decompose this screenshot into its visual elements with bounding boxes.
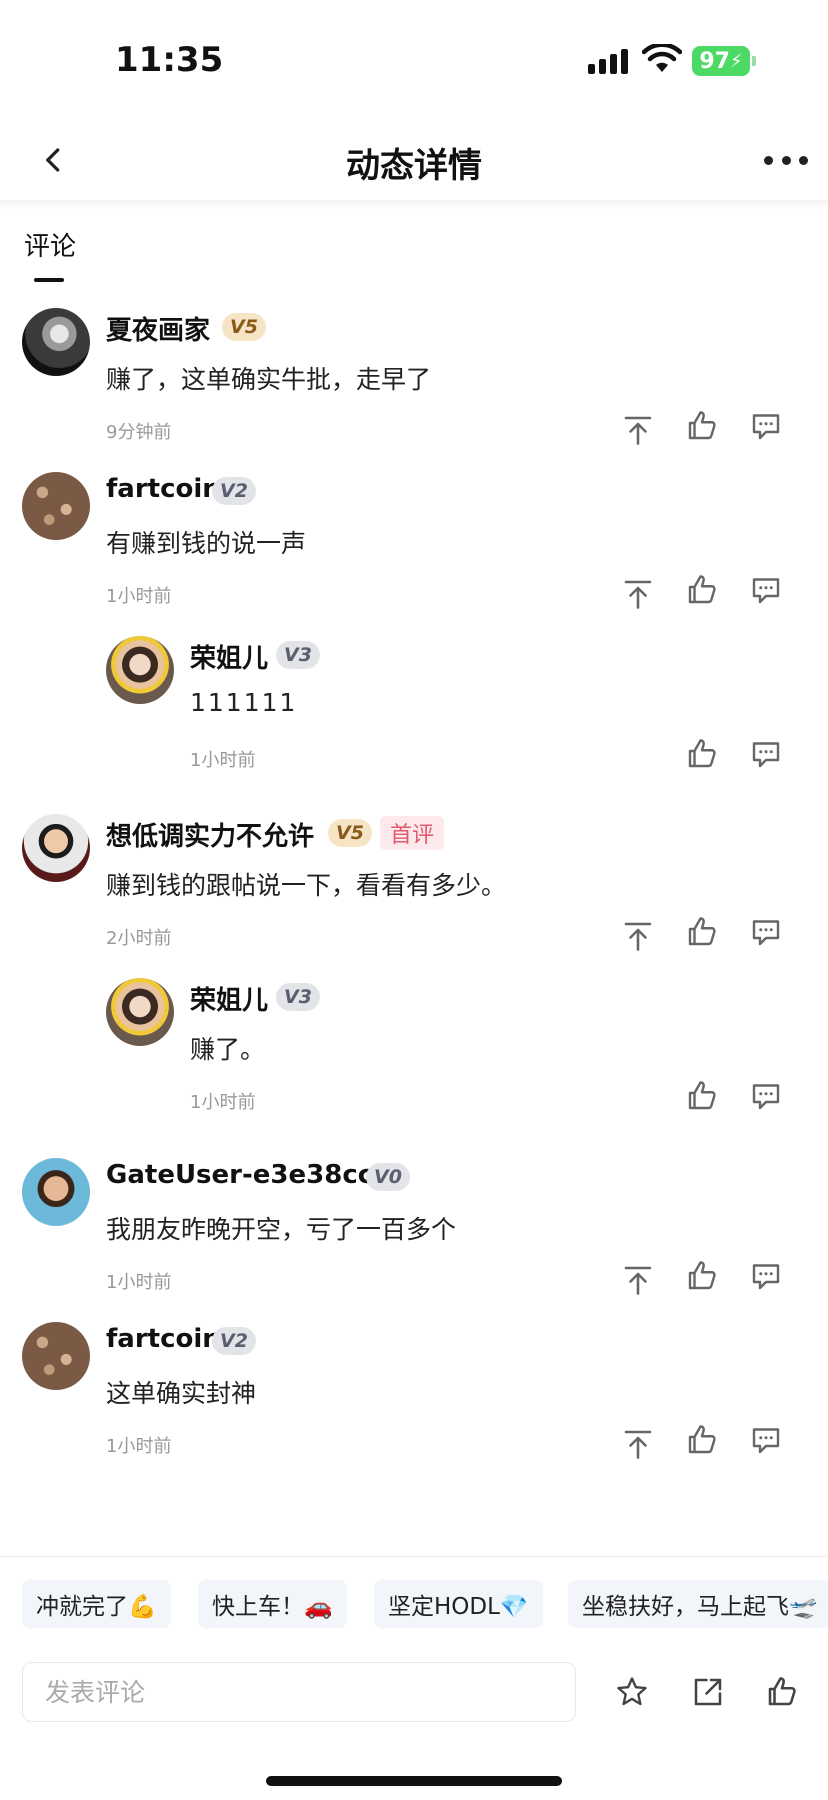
reply-comment-icon[interactable] (746, 912, 786, 952)
pin-to-top-icon[interactable] (618, 1260, 658, 1300)
nav-bar: 动态详情 (0, 120, 828, 204)
comment-username[interactable]: fartcoin (106, 474, 221, 504)
more-options-icon[interactable] (764, 142, 808, 178)
quick-reply-divider (0, 1556, 828, 1557)
like-thumb-icon[interactable] (682, 912, 722, 952)
avatar[interactable] (22, 1322, 90, 1390)
avatar[interactable] (106, 978, 174, 1046)
reply-text: 赚了。 (190, 1035, 266, 1064)
avatar[interactable] (22, 472, 90, 540)
level-badge: V0 (366, 1163, 410, 1191)
level-badge: V2 (212, 1327, 256, 1355)
reply-comment-icon[interactable] (746, 406, 786, 446)
comment-time: 1小时前 (106, 1272, 172, 1293)
avatar[interactable] (22, 1158, 90, 1226)
comment-text: 赚到钱的跟帖说一下，看看有多少。 (106, 871, 507, 900)
status-bar: 11:35 97 ⚡ (0, 0, 828, 120)
page-title: 动态详情 (346, 146, 482, 186)
comment-time: 9分钟前 (106, 422, 172, 443)
comment-text: 这单确实封神 (106, 1379, 257, 1408)
comment-text: 我朋友昨晚开空，亏了一百多个 (106, 1215, 457, 1244)
avatar[interactable] (22, 308, 90, 376)
reply-comment-icon[interactable] (746, 1076, 786, 1116)
level-badge: V3 (276, 983, 320, 1011)
share-icon[interactable] (688, 1672, 728, 1712)
comment-username[interactable]: GateUser-e3e38cc6 (106, 1160, 391, 1190)
avatar[interactable] (22, 814, 90, 882)
level-badge: V5 (328, 819, 372, 847)
reply-comment-icon[interactable] (746, 1420, 786, 1460)
pin-to-top-icon[interactable] (618, 916, 658, 956)
like-thumb-icon[interactable] (762, 1672, 802, 1712)
comment-username[interactable]: 夏夜画家 (106, 310, 210, 347)
like-thumb-icon[interactable] (682, 734, 722, 774)
pin-to-top-icon[interactable] (618, 410, 658, 450)
wifi-icon (641, 42, 683, 76)
home-indicator (266, 1776, 562, 1786)
reply-comment-icon[interactable] (746, 570, 786, 610)
comment-text: 赚了，这单确实牛批，走早了 (106, 365, 432, 394)
reply-time: 1小时前 (190, 1092, 256, 1113)
reply-time: 1小时前 (190, 750, 256, 771)
comment-text: 有赚到钱的说一声 (106, 529, 307, 558)
favorite-star-icon[interactable] (612, 1672, 652, 1712)
quick-reply-chip[interactable]: 坐稳扶好，马上起飞🛫 (568, 1580, 828, 1628)
battery-level: 97 (699, 48, 730, 74)
pin-to-top-icon[interactable] (618, 1424, 658, 1464)
comment-username[interactable]: 想低调实力不允许 (106, 816, 314, 853)
reply-username[interactable]: 荣姐儿 (190, 980, 268, 1017)
tab-comments[interactable]: 评论 (24, 226, 76, 263)
like-thumb-icon[interactable] (682, 1256, 722, 1296)
reply-username[interactable]: 荣姐儿 (190, 638, 268, 675)
quick-reply-chip[interactable]: 坚定HODL💎 (374, 1580, 543, 1628)
reply-comment-icon[interactable] (746, 1256, 786, 1296)
comment-time: 1小时前 (106, 586, 172, 607)
comment-input[interactable] (22, 1662, 576, 1722)
level-badge: V3 (276, 641, 320, 669)
pin-to-top-icon[interactable] (618, 574, 658, 614)
status-time: 11:35 (115, 40, 224, 80)
avatar[interactable] (106, 636, 174, 704)
reply-comment-icon[interactable] (746, 734, 786, 774)
like-thumb-icon[interactable] (682, 1420, 722, 1460)
reply-text: 111111 (190, 688, 298, 717)
like-thumb-icon[interactable] (682, 1076, 722, 1116)
tab-active-indicator (34, 278, 64, 282)
comment-username[interactable]: fartcoin (106, 1324, 221, 1354)
first-comment-tag: 首评 (380, 816, 445, 850)
cellular-signal-icon (588, 48, 630, 74)
comment-time: 1小时前 (106, 1436, 172, 1457)
like-thumb-icon[interactable] (682, 570, 722, 610)
charging-bolt-icon: ⚡ (729, 50, 743, 72)
like-thumb-icon[interactable] (682, 406, 722, 446)
quick-reply-chip[interactable]: 快上车！🚗 (198, 1580, 347, 1628)
nav-divider (0, 200, 828, 210)
level-badge: V2 (212, 477, 256, 505)
quick-reply-chip[interactable]: 冲就完了💪 (22, 1580, 171, 1628)
battery-indicator: 97 ⚡ (692, 46, 756, 76)
comment-time: 2小时前 (106, 928, 172, 949)
level-badge: V5 (222, 313, 266, 341)
